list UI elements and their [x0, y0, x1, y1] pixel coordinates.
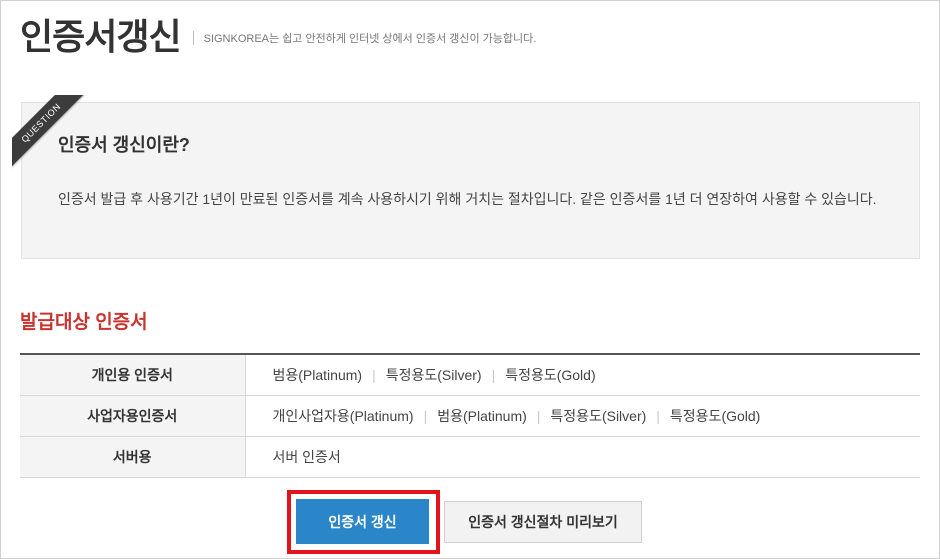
- table-row: 사업자용인증서 개인사업자용(Platinum) | 범용(Platinum) | 특정…: [20, 395, 920, 436]
- table-row: 서버용 서버 인증서: [20, 436, 920, 477]
- question-box: [21, 102, 920, 259]
- cert-item: 범용(Platinum): [272, 366, 363, 383]
- item-separator: |: [372, 366, 376, 383]
- section-title: 발급대상 인증서: [20, 312, 148, 333]
- item-separator: |: [491, 366, 496, 383]
- title-divider: [192, 31, 194, 45]
- row-label: 서버용: [20, 436, 246, 477]
- cert-item: 특정용도(Gold): [505, 366, 596, 383]
- cert-item: 특정용도(Silver): [385, 366, 482, 383]
- row-label: 개인용 인증서: [20, 354, 246, 395]
- row-label: 사업자용인증서: [20, 395, 246, 436]
- page-title: 인증서갱신: [20, 16, 182, 57]
- renew-button[interactable]: 인증서 갱신: [296, 499, 429, 544]
- cert-item: 서버 인증서: [272, 448, 341, 465]
- cert-item: 개인사업자용(Platinum): [272, 407, 414, 424]
- question-body: 인증서 발급 후 사용기간 1년이 만료된 인증서를 계속 사용하시기 위해 거…: [58, 191, 877, 207]
- cert-item: 범용(Platinum): [437, 407, 527, 424]
- item-separator: |: [536, 407, 541, 424]
- cert-item: 특정용도(Silver): [550, 407, 647, 424]
- row-items: 개인사업자용(Platinum) | 범용(Platinum) | 특정용도(Silve…: [245, 395, 920, 436]
- page-subtitle: SIGNKOREA는 쉽고 안전하게 인터넷 상에서 인증서 갱신이 가능합니다…: [203, 33, 537, 45]
- question-title: 인증서 갱신이란?: [58, 135, 190, 155]
- preview-procedure-button[interactable]: 인증서 갱신절차 미리보기: [444, 501, 642, 543]
- item-separator: |: [423, 407, 428, 424]
- item-separator: |: [656, 407, 660, 424]
- cert-item: 특정용도(Gold): [669, 407, 761, 424]
- cert-table: 개인용 인증서 범용(Platinum) | 특정용도(Silver) | 특정용도(G…: [20, 353, 920, 478]
- row-items: 범용(Platinum) | 특정용도(Silver) | 특정용도(Gold): [245, 354, 920, 395]
- row-items: 서버 인증서: [245, 436, 920, 477]
- page-header: 인증서갱신 SIGNKOREA는 쉽고 안전하게 인터넷 상에서 인증서 갱신이…: [20, 10, 536, 58]
- table-row: 개인용 인증서 범용(Platinum) | 특정용도(Silver) | 특정용도(G…: [20, 354, 920, 395]
